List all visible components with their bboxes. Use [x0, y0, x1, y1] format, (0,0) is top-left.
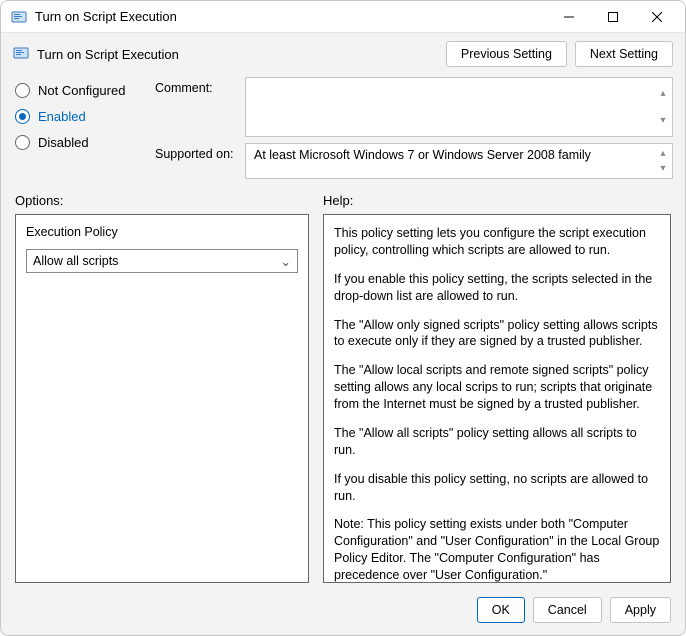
state-area: Not Configured Enabled Disabled Comment:… — [1, 75, 685, 181]
previous-setting-button[interactable]: Previous Setting — [446, 41, 567, 67]
maximize-button[interactable] — [591, 2, 635, 32]
scroll-down-icon: ▾ — [656, 161, 670, 176]
window-title: Turn on Script Execution — [35, 9, 177, 24]
help-paragraph: The "Allow only signed scripts" policy s… — [334, 317, 660, 351]
radio-disabled[interactable]: Disabled — [15, 135, 145, 150]
options-panel: Execution Policy Allow all scripts ⌄ — [15, 214, 309, 583]
options-label: Options: — [15, 193, 323, 208]
header-row: Turn on Script Execution Previous Settin… — [1, 33, 685, 75]
radio-circle-icon — [15, 83, 30, 98]
scroll-down-icon: ▾ — [656, 107, 670, 134]
help-label: Help: — [323, 193, 353, 208]
radio-circle-icon — [15, 109, 30, 124]
supported-on-value: At least Microsoft Windows 7 or Windows … — [254, 148, 591, 162]
help-paragraph: This policy setting lets you configure t… — [334, 225, 660, 259]
policy-icon — [13, 45, 29, 64]
help-paragraph: If you disable this policy setting, no s… — [334, 471, 660, 505]
radio-label: Not Configured — [38, 83, 125, 98]
help-panel: This policy setting lets you configure t… — [323, 214, 671, 583]
mid-labels: Options: Help: — [1, 181, 685, 212]
radio-not-configured[interactable]: Not Configured — [15, 83, 145, 98]
execution-policy-dropdown[interactable]: Allow all scripts ⌄ — [26, 249, 298, 273]
help-paragraph: If you enable this policy setting, the s… — [334, 271, 660, 305]
supported-on-box: At least Microsoft Windows 7 or Windows … — [245, 143, 673, 179]
supported-on-label: Supported on: — [155, 143, 235, 161]
app-icon — [11, 9, 27, 25]
scroll-up-icon: ▴ — [656, 80, 670, 107]
cancel-button[interactable]: Cancel — [533, 597, 602, 623]
state-radio-group: Not Configured Enabled Disabled — [15, 77, 145, 179]
scroll-up-icon: ▴ — [656, 146, 670, 161]
comment-scrollbar[interactable]: ▴ ▾ — [656, 80, 670, 134]
radio-circle-icon — [15, 135, 30, 150]
close-button[interactable] — [635, 2, 679, 32]
minimize-button[interactable] — [547, 2, 591, 32]
dialog-footer: OK Cancel Apply — [1, 591, 685, 635]
comment-supported-column: Comment: ▴ ▾ Supported on: At least Micr… — [155, 77, 673, 179]
help-paragraph: Note: This policy setting exists under b… — [334, 516, 660, 583]
help-paragraph: The "Allow all scripts" policy setting a… — [334, 425, 660, 459]
policy-dialog: Turn on Script Execution Turn on Script … — [0, 0, 686, 636]
help-paragraph: The "Allow local scripts and remote sign… — [334, 362, 660, 413]
chevron-down-icon: ⌄ — [281, 254, 291, 269]
apply-button[interactable]: Apply — [610, 597, 671, 623]
supported-scrollbar[interactable]: ▴ ▾ — [656, 146, 670, 176]
next-setting-button[interactable]: Next Setting — [575, 41, 673, 67]
execution-policy-label: Execution Policy — [26, 225, 298, 239]
radio-label: Disabled — [38, 135, 89, 150]
panels: Execution Policy Allow all scripts ⌄ Thi… — [1, 212, 685, 591]
ok-button[interactable]: OK — [477, 597, 525, 623]
radio-label: Enabled — [38, 109, 86, 124]
policy-title: Turn on Script Execution — [37, 47, 179, 62]
dropdown-value: Allow all scripts — [33, 254, 118, 268]
radio-enabled[interactable]: Enabled — [15, 109, 145, 124]
comment-textarea[interactable]: ▴ ▾ — [245, 77, 673, 137]
comment-label: Comment: — [155, 77, 235, 95]
titlebar: Turn on Script Execution — [1, 1, 685, 33]
